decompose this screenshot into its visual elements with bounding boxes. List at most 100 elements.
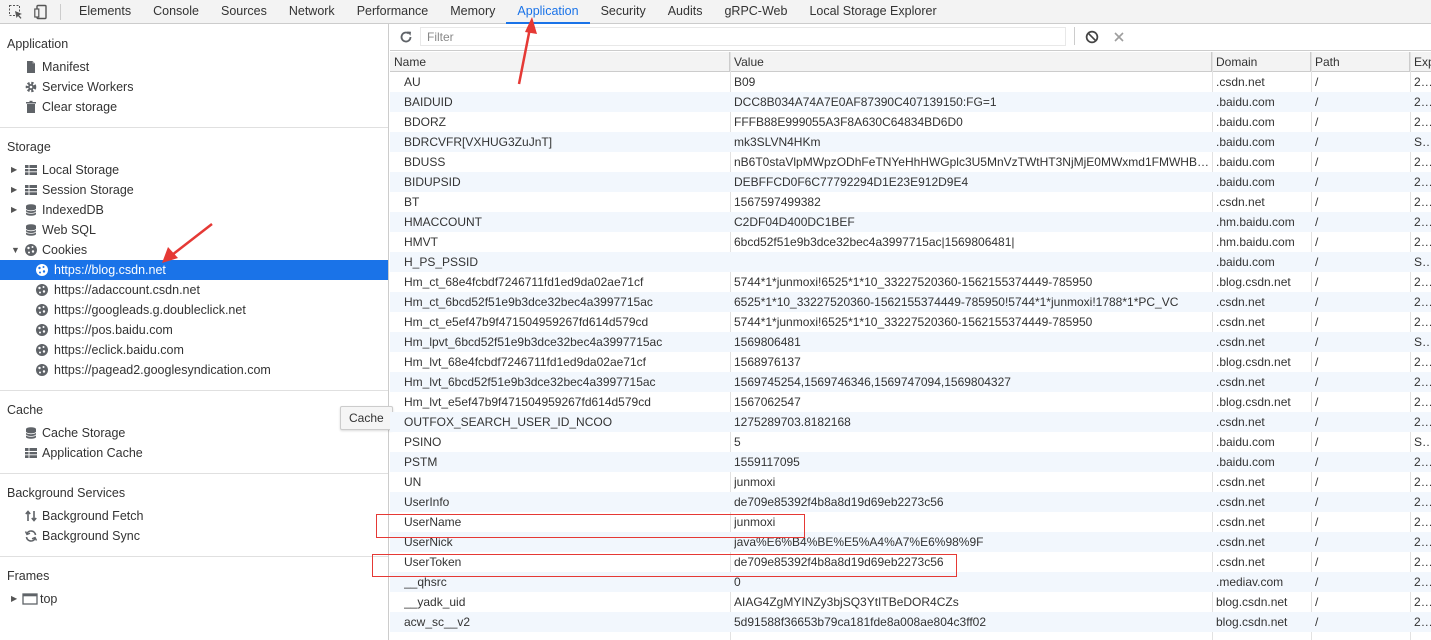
tab-audits[interactable]: Audits (657, 0, 714, 24)
table-row[interactable]: __yadk_uid AIAG4ZgMYINZy3bjSQ3YtITBeDOR4C… (390, 592, 1431, 612)
sidebar-item-label: Cache Storage (42, 426, 126, 440)
cookie-site-item[interactable]: https://eclick.baidu.com (0, 340, 388, 360)
sidebar-item-manifest[interactable]: Manifest (0, 57, 388, 77)
tab-application[interactable]: Application (506, 0, 590, 24)
sidebar-item-label: Service Workers (42, 80, 134, 94)
sidebar-item-local-storage[interactable]: ▶ Local Storage (0, 160, 388, 180)
sidebar-item-indexeddb[interactable]: ▶ IndexedDB (0, 200, 388, 220)
column-header-path[interactable]: Path (1311, 52, 1410, 72)
cookie-site-item[interactable]: https://pos.baidu.com (0, 320, 388, 340)
column-header-name[interactable]: Name (390, 52, 730, 72)
tab-memory[interactable]: Memory (439, 0, 506, 24)
cookie-icon (35, 343, 49, 357)
table-row[interactable] (390, 632, 1431, 640)
table-row[interactable]: OUTFOX_SEARCH_USER_ID_NCOO 1275289703.818… (390, 412, 1431, 432)
sidebar-item-cookies[interactable]: ▼ Cookies (0, 240, 388, 260)
trash-icon (24, 100, 38, 114)
cookie-site-item[interactable]: https://adaccount.csdn.net (0, 280, 388, 300)
cookie-site-item[interactable]: https://googleads.g.doubleclick.net (0, 300, 388, 320)
sidebar-item-session-storage[interactable]: ▶ Session Storage (0, 180, 388, 200)
element-picker-icon[interactable] (8, 4, 24, 20)
sidebar-item-background-sync[interactable]: Background Sync (0, 526, 388, 546)
cell-value: AIAG4ZgMYINZy3bjSQ3YtITBeDOR4CZs (734, 595, 959, 609)
cell-expires: 208 (1414, 175, 1431, 189)
column-header-domain[interactable]: Domain (1212, 52, 1311, 72)
tab-network[interactable]: Network (278, 0, 346, 24)
column-header-expires[interactable]: Exp (1410, 52, 1431, 72)
table-row[interactable]: UserInfo de709e85392f4b8a8d19d69eb2273c56… (390, 492, 1431, 512)
refresh-icon[interactable] (399, 30, 413, 44)
sidebar-item-label: Local Storage (42, 163, 120, 177)
cell-value: B09 (734, 75, 756, 89)
cell-value: nB6T0staVlpMWpzODhFeTNYeHhHWGplc3U5MnVzT… (734, 155, 1210, 169)
cell-path: / (1315, 555, 1319, 569)
table-row[interactable]: BDUSS nB6T0staVlpMWpzODhFeTNYeHhHWGplc3U5… (390, 152, 1431, 172)
table-row[interactable]: HMACCOUNT C2DF04D400DC1BEF .hm.baidu.com / 2… (390, 212, 1431, 232)
tab-grpc-web[interactable]: gRPC-Web (713, 0, 798, 24)
tab-elements[interactable]: Elements (68, 0, 142, 24)
device-toolbar-icon[interactable] (34, 4, 50, 20)
table-row[interactable]: Hm_ct_6bcd52f51e9b3dce32bec4a3997715ac 65… (390, 292, 1431, 312)
tab-console[interactable]: Console (142, 0, 210, 24)
table-row[interactable]: Hm_lvt_6bcd52f51e9b3dce32bec4a3997715ac 1… (390, 372, 1431, 392)
cell-domain: .csdn.net (1216, 75, 1265, 89)
collapse-arrow-icon[interactable]: ▼ (11, 240, 20, 260)
table-row[interactable]: Hm_ct_e5ef47b9f471504959267fd614d579cd 57… (390, 312, 1431, 332)
cell-path: / (1315, 75, 1319, 89)
table-row[interactable]: Hm_lvt_e5ef47b9f471504959267fd614d579cd 1… (390, 392, 1431, 412)
filter-input[interactable] (420, 27, 1066, 46)
sidebar-item-cache-storage[interactable]: Cache Storage (0, 423, 388, 443)
table-row[interactable]: BIDUPSID DEBFFCD0F6C77792294D1E23E912D9E4… (390, 172, 1431, 192)
table-row[interactable]: PSTM 1559117095 .baidu.com / 208 (390, 452, 1431, 472)
sidebar-item-frame-top[interactable]: ▶ top (0, 589, 388, 609)
sidebar-item-service-workers[interactable]: Service Workers (0, 77, 388, 97)
cell-value: 1567062547 (734, 395, 801, 409)
sidebar-item-application-cache[interactable]: Application Cache (0, 443, 388, 463)
close-icon[interactable] (1112, 30, 1126, 44)
table-row[interactable]: BAIDUID DCC8B034A74A7E0AF87390C407139150:… (390, 92, 1431, 112)
cell-domain: .mediav.com (1216, 575, 1284, 589)
cell-expires: 201 (1414, 195, 1431, 209)
table-row[interactable]: BT 1567597499382 .csdn.net / 201 (390, 192, 1431, 212)
tab-performance[interactable]: Performance (346, 0, 440, 24)
expand-arrow-icon[interactable]: ▶ (11, 589, 17, 609)
expand-arrow-icon[interactable]: ▶ (11, 160, 17, 180)
table-row[interactable]: AU B09 .csdn.net / 201 (390, 72, 1431, 92)
highlight-box-username (376, 514, 805, 538)
expand-arrow-icon[interactable]: ▶ (11, 200, 17, 220)
column-header-value[interactable]: Value (730, 52, 1212, 72)
cell-expires: 201 (1414, 235, 1431, 249)
sidebar-item-clear-storage[interactable]: Clear storage (0, 97, 388, 117)
cell-expires: 202 (1414, 155, 1431, 169)
cell-name: Hm_ct_6bcd52f51e9b3dce32bec4a3997715ac (404, 295, 653, 309)
table-row[interactable]: acw_sc__v2 5d91588f36653b79ca181fde8a008a… (390, 612, 1431, 632)
section-divider (0, 473, 388, 474)
expand-arrow-icon[interactable]: ▶ (11, 180, 17, 200)
tab-security[interactable]: Security (590, 0, 657, 24)
table-row[interactable]: BDRCVFR[VXHUG3ZuJnT] mk3SLVN4HKm .baidu.co… (390, 132, 1431, 152)
cell-path: / (1315, 195, 1319, 209)
sidebar-item-background-fetch[interactable]: Background Fetch (0, 506, 388, 526)
table-row[interactable]: HMVT 6bcd52f51e9b3dce32bec4a3997715ac|156… (390, 232, 1431, 252)
cell-value: 5744*1*junmoxi!6525*1*10_33227520360-156… (734, 275, 1093, 289)
tab-sources[interactable]: Sources (210, 0, 278, 24)
cache-tooltip: Cache (340, 406, 393, 430)
table-row[interactable]: BDORZ FFFB88E999055A3F8A630C64834BD6D0 .ba… (390, 112, 1431, 132)
table-row[interactable]: Hm_lvt_68e4fcbdf7246711fd1ed9da02ae71cf 1… (390, 352, 1431, 372)
cell-name: AU (404, 75, 421, 89)
application-sidebar: Application Manifest Service Workers Cle… (0, 24, 389, 640)
cell-domain: .baidu.com (1216, 435, 1275, 449)
block-icon[interactable] (1085, 30, 1099, 44)
table-row[interactable]: PSINO 5 .baidu.com / Ses (390, 432, 1431, 452)
table-row[interactable]: Hm_ct_68e4fcbdf7246711fd1ed9da02ae71cf 57… (390, 272, 1431, 292)
sidebar-item-web-sql[interactable]: Web SQL (0, 220, 388, 240)
table-row[interactable]: UN junmoxi .csdn.net / 202 (390, 472, 1431, 492)
table-row[interactable]: Hm_lpvt_6bcd52f51e9b3dce32bec4a3997715ac… (390, 332, 1431, 352)
section-title-application: Application (7, 37, 69, 51)
cookie-site-item[interactable]: https://blog.csdn.net (0, 260, 388, 280)
tab-local-storage-explorer[interactable]: Local Storage Explorer (798, 0, 947, 24)
cell-domain: .csdn.net (1216, 195, 1265, 209)
table-row[interactable]: H_PS_PSSID .baidu.com / Ses (390, 252, 1431, 272)
cell-value: 5d91588f36653b79ca181fde8a008ae804c3ff02 (734, 615, 987, 629)
cookie-site-item[interactable]: https://pagead2.googlesyndication.com (0, 360, 388, 380)
